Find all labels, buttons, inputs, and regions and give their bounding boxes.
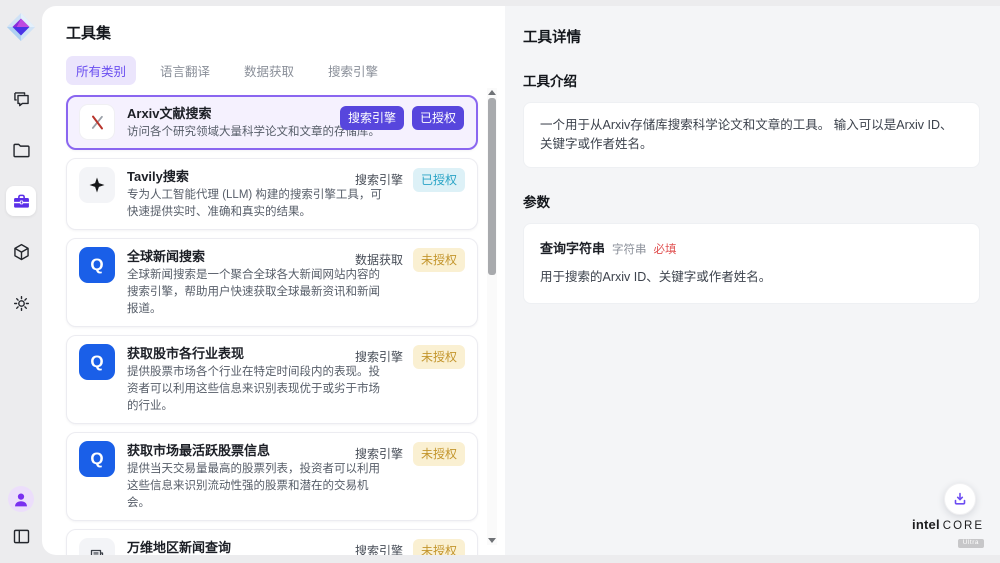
- auth-status-badge: 未授权: [413, 442, 465, 466]
- folder-icon[interactable]: [6, 135, 36, 165]
- tool-list: Arxiv文献搜索 访问各个研究领域大量科学论文和文章的存储库。 搜索引擎 已授…: [66, 95, 478, 555]
- scroll-up-icon[interactable]: [488, 90, 496, 95]
- tab-all-categories[interactable]: 所有类别: [66, 56, 136, 85]
- param-required-badge: 必填: [654, 241, 677, 257]
- newspaper-icon: [79, 538, 115, 555]
- tool-card-regional-news[interactable]: 万维地区新闻查询 查询具体行政区划内的新闻，快速了解各地新闻动 搜索引擎 未授权: [66, 529, 478, 555]
- category-badge: 数据获取: [353, 248, 405, 272]
- intel-ultra-badge: Ultra: [958, 539, 984, 549]
- tab-data-acquisition[interactable]: 数据获取: [234, 56, 304, 85]
- intel-core-logo: intel CORE Ultra: [912, 518, 984, 549]
- news-logo-icon: Q: [79, 344, 115, 380]
- scrollbar-thumb[interactable]: [488, 98, 496, 275]
- category-badge: 搜索引擎: [353, 168, 405, 192]
- category-tabs: 所有类别 语言翻译 数据获取 搜索引擎: [66, 57, 505, 83]
- category-badge: 搜索引擎: [353, 345, 405, 369]
- tools-panel: 工具集 所有类别 语言翻译 数据获取 搜索引擎 Arxiv文献搜索 访问各个研究…: [42, 6, 505, 555]
- tool-card-active-stocks[interactable]: Q 获取市场最活跃股票信息 提供当天交易量最高的股票列表，投资者可以利用这些信息…: [66, 432, 478, 521]
- intro-text: 一个用于从Arxiv存储库搜索科学论文和文章的工具。 输入可以是Arxiv ID…: [540, 118, 953, 151]
- category-badge: 搜索引擎: [340, 106, 404, 130]
- tool-card-tavily[interactable]: Tavily搜索 专为人工智能代理 (LLM) 构建的搜索引擎工具，可快速提供实…: [66, 158, 478, 230]
- toolbox-icon[interactable]: [6, 186, 36, 216]
- tool-card-arxiv[interactable]: Arxiv文献搜索 访问各个研究领域大量科学论文和文章的存储库。 搜索引擎 已授…: [66, 95, 478, 150]
- user-avatar-icon[interactable]: [8, 486, 34, 512]
- arxiv-logo-icon: [79, 104, 115, 140]
- tool-card-global-news[interactable]: Q 全球新闻搜索 全球新闻搜索是一个聚合全球各大新闻网站内容的搜索引擎，帮助用户…: [66, 238, 478, 327]
- app-logo-icon: [6, 12, 36, 42]
- auth-status-badge: 已授权: [412, 106, 464, 130]
- param-type: 字符串: [612, 241, 647, 257]
- download-button[interactable]: [944, 483, 976, 515]
- tool-card-sector-performance[interactable]: Q 获取股市各行业表现 提供股票市场各个行业在特定时间段内的表现。投资者可以利用…: [66, 335, 478, 424]
- tool-description: 提供股票市场各个行业在特定时间段内的表现。投资者可以利用这些信息来识别表现优于或…: [127, 364, 383, 415]
- page-title: 工具集: [66, 22, 505, 43]
- tab-search-engine[interactable]: 搜索引擎: [318, 56, 388, 85]
- cube-icon[interactable]: [6, 237, 36, 267]
- intro-card: 一个用于从Arxiv存储库搜索科学论文和文章的工具。 输入可以是Arxiv ID…: [523, 102, 980, 168]
- news-logo-icon: Q: [79, 247, 115, 283]
- chat-icon[interactable]: [6, 84, 36, 114]
- param-description: 用于搜索的Arxiv ID、关键字或作者姓名。: [540, 266, 963, 285]
- category-badge: 搜索引擎: [353, 539, 405, 555]
- auth-status-badge: 未授权: [413, 539, 465, 555]
- main-window: 工具集 所有类别 语言翻译 数据获取 搜索引擎 Arxiv文献搜索 访问各个研究…: [42, 6, 1000, 555]
- tavily-star-icon: [79, 167, 115, 203]
- tool-description: 提供当天交易量最高的股票列表，投资者可以利用这些信息来识别流动性强的股票和潜在的…: [127, 461, 383, 512]
- intro-heading: 工具介绍: [523, 70, 980, 90]
- auth-status-badge: 未授权: [413, 345, 465, 369]
- tool-description: 专为人工智能代理 (LLM) 构建的搜索引擎工具，可快速提供实时、准确和真实的结…: [127, 187, 383, 221]
- tab-language-translation[interactable]: 语言翻译: [150, 56, 220, 85]
- scroll-down-icon[interactable]: [488, 538, 496, 543]
- download-icon: [952, 491, 968, 507]
- auth-status-badge: 已授权: [413, 168, 465, 192]
- rail-nav: [6, 84, 36, 318]
- settings-gear-icon[interactable]: [6, 288, 36, 318]
- rail-bottom: [6, 486, 36, 551]
- tool-description: 全球新闻搜索是一个聚合全球各大新闻网站内容的搜索引擎，帮助用户快速获取全球最新资…: [127, 267, 383, 318]
- auth-status-badge: 未授权: [413, 248, 465, 272]
- left-rail: [0, 0, 42, 563]
- tool-detail-panel: 工具详情 工具介绍 一个用于从Arxiv存储库搜索科学论文和文章的工具。 输入可…: [505, 6, 1000, 555]
- news-logo-icon: Q: [79, 441, 115, 477]
- param-name: 查询字符串: [540, 238, 605, 257]
- list-scrollbar[interactable]: [487, 88, 497, 545]
- parameter-card: 查询字符串 字符串 必填 用于搜索的Arxiv ID、关键字或作者姓名。: [523, 223, 980, 304]
- panel-toggle-icon[interactable]: [6, 521, 36, 551]
- category-badge: 搜索引擎: [353, 442, 405, 466]
- params-heading: 参数: [523, 191, 980, 211]
- detail-title: 工具详情: [523, 26, 980, 47]
